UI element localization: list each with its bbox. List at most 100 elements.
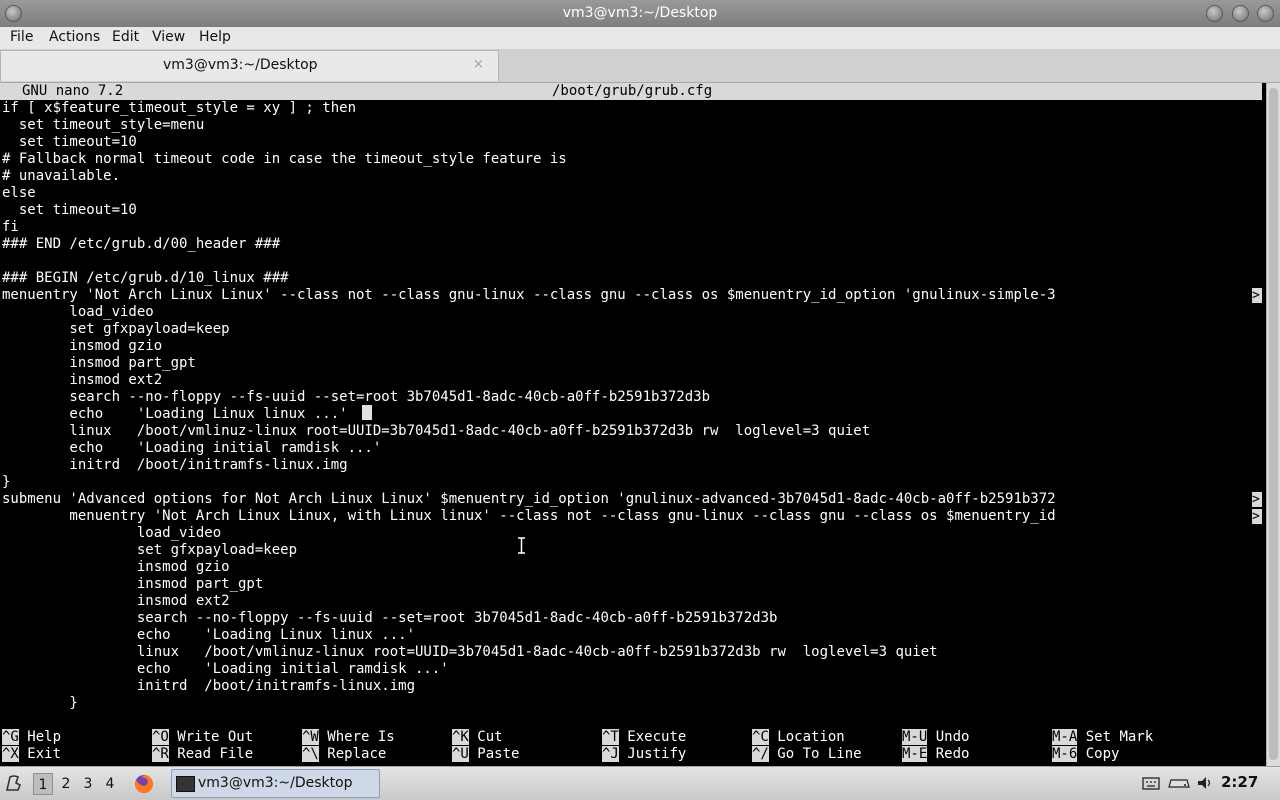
shortcut-read-file[interactable]: ^R Read File bbox=[152, 746, 253, 763]
task-label: vm3@vm3:~/Desktop bbox=[198, 775, 353, 791]
tab-label: vm3@vm3:~/Desktop bbox=[163, 57, 318, 73]
tab-terminal[interactable]: vm3@vm3:~/Desktop × bbox=[0, 50, 499, 81]
shortcut-label: Execute bbox=[627, 729, 687, 745]
editor-line[interactable]: ### END /etc/grub.d/00_header ### bbox=[2, 236, 280, 253]
shortcut-copy[interactable]: M-6 Copy bbox=[1052, 746, 1119, 763]
shortcut-help[interactable]: ^G Help bbox=[2, 729, 61, 746]
editor-line[interactable]: menuentry 'Not Arch Linux Linux, with Li… bbox=[2, 508, 1055, 525]
editor-line[interactable]: search --no-floppy --fs-uuid --set=root … bbox=[2, 610, 778, 627]
editor-line[interactable]: echo 'Loading Linux linux ...' bbox=[2, 406, 347, 423]
editor-line[interactable]: set timeout=10 bbox=[2, 202, 137, 219]
shortcut-key: ^\ bbox=[302, 746, 319, 762]
terminal-view[interactable]: GNU nano 7.2 /boot/grub/grub.cfg if [ x$… bbox=[0, 83, 1266, 766]
terminal-scrollbar[interactable] bbox=[1266, 83, 1280, 766]
editor-line[interactable]: set timeout=10 bbox=[2, 134, 137, 151]
shortcut-location[interactable]: ^C Location bbox=[752, 729, 845, 746]
editor-line[interactable]: load_video bbox=[2, 525, 221, 542]
shortcut-key: ^G bbox=[2, 729, 19, 745]
shortcut-label: Cut bbox=[477, 729, 503, 745]
shortcut-go-to-line[interactable]: ^/ Go To Line bbox=[752, 746, 862, 763]
editor-line[interactable]: insmod gzio bbox=[2, 559, 230, 576]
tab-close-icon[interactable]: × bbox=[473, 57, 484, 72]
editor-line[interactable]: linux /boot/vmlinuz-linux root=UUID=3b70… bbox=[2, 644, 938, 661]
editor-line[interactable]: ### BEGIN /etc/grub.d/10_linux ### bbox=[2, 270, 289, 287]
shortcut-label: Read File bbox=[177, 746, 254, 762]
menu-file[interactable]: File bbox=[10, 29, 33, 45]
menu-edit[interactable]: Edit bbox=[112, 29, 139, 45]
editor-line[interactable]: set timeout_style=menu bbox=[2, 117, 204, 134]
editor-line[interactable]: else bbox=[2, 185, 36, 202]
drive-icon[interactable] bbox=[1168, 775, 1190, 791]
window-titlebar[interactable]: vm3@vm3:~/Desktop bbox=[0, 0, 1280, 27]
shortcut-replace[interactable]: ^\ Replace bbox=[302, 746, 386, 763]
editor-line[interactable]: } bbox=[2, 695, 77, 712]
clock[interactable]: 2:27 bbox=[1221, 773, 1258, 791]
shortcut-label: Copy bbox=[1085, 746, 1120, 762]
shortcut-write-out[interactable]: ^O Write Out bbox=[152, 729, 253, 746]
menu-actions[interactable]: Actions bbox=[49, 29, 100, 45]
taskbar-terminal-button[interactable]: vm3@vm3:~/Desktop bbox=[171, 769, 380, 798]
workspace-2-button[interactable]: 2 bbox=[56, 773, 76, 795]
editor-line[interactable]: echo 'Loading Linux linux ...' bbox=[2, 627, 415, 644]
editor-line[interactable]: fi bbox=[2, 219, 19, 236]
editor-line[interactable]: initrd /boot/initramfs-linux.img bbox=[2, 678, 415, 695]
editor-line[interactable]: insmod part_gpt bbox=[2, 355, 195, 372]
workspace-3-button[interactable]: 3 bbox=[78, 773, 98, 795]
workspace-1-button[interactable]: 1 bbox=[33, 773, 53, 795]
shortcut-set-mark[interactable]: M-A Set Mark bbox=[1052, 729, 1153, 746]
shortcut-key: ^K bbox=[452, 729, 469, 745]
shortcut-key: ^O bbox=[152, 729, 169, 745]
firefox-launcher-icon[interactable] bbox=[133, 773, 155, 795]
taskbar: 1 2 3 4 vm3@vm3:~/Desktop 2:27 bbox=[0, 766, 1280, 800]
editor-line[interactable]: insmod gzio bbox=[2, 338, 162, 355]
shortcut-label: Undo bbox=[935, 729, 970, 745]
nano-filename: /boot/grub/grub.cfg bbox=[552, 83, 713, 99]
editor-line[interactable]: set gfxpayload=keep bbox=[2, 542, 297, 559]
start-menu-icon[interactable] bbox=[4, 773, 24, 793]
editor-line[interactable]: insmod ext2 bbox=[2, 593, 230, 610]
keyboard-layout-icon[interactable] bbox=[1142, 775, 1160, 791]
shortcut-key: M-A bbox=[1052, 729, 1078, 745]
shortcut-justify[interactable]: ^J Justify bbox=[602, 746, 686, 763]
editor-line[interactable]: load_video bbox=[2, 304, 153, 321]
shortcut-label: Help bbox=[27, 729, 62, 745]
editor-line[interactable]: initrd /boot/initramfs-linux.img bbox=[2, 457, 347, 474]
text-cursor bbox=[362, 405, 372, 420]
maximize-button[interactable] bbox=[1232, 5, 1249, 22]
editor-line[interactable]: insmod part_gpt bbox=[2, 576, 263, 593]
shortcut-label: Set Mark bbox=[1085, 729, 1154, 745]
editor-line[interactable]: echo 'Loading initial ramdisk ...' bbox=[2, 661, 449, 678]
shortcut-exit[interactable]: ^X Exit bbox=[2, 746, 61, 763]
editor-line[interactable]: submenu 'Advanced options for Not Arch L… bbox=[2, 491, 1056, 508]
editor-line[interactable]: set gfxpayload=keep bbox=[2, 321, 229, 338]
shortcut-key: M-U bbox=[902, 729, 928, 745]
shortcut-label: Location bbox=[777, 729, 845, 745]
editor-line[interactable]: if [ x$feature_timeout_style = xy ] ; th… bbox=[2, 100, 356, 117]
shortcut-key: ^T bbox=[602, 729, 619, 745]
editor-line[interactable]: menuentry 'Not Arch Linux Linux' --class… bbox=[2, 287, 1056, 304]
shortcut-label: Where Is bbox=[327, 729, 395, 745]
shortcut-redo[interactable]: M-E Redo bbox=[902, 746, 969, 763]
menu-help[interactable]: Help bbox=[199, 29, 231, 45]
window-title: vm3@vm3:~/Desktop bbox=[562, 5, 718, 21]
shortcut-undo[interactable]: M-U Undo bbox=[902, 729, 969, 746]
workspace-4-button[interactable]: 4 bbox=[100, 773, 120, 795]
scrollbar-thumb[interactable] bbox=[1269, 88, 1278, 760]
shortcut-label: Paste bbox=[477, 746, 520, 762]
shortcut-paste[interactable]: ^U Paste bbox=[452, 746, 519, 763]
editor-line[interactable]: linux /boot/vmlinuz-linux root=UUID=3b70… bbox=[2, 423, 870, 440]
shortcut-cut[interactable]: ^K Cut bbox=[452, 729, 503, 746]
editor-line[interactable]: search --no-floppy --fs-uuid --set=root … bbox=[2, 389, 710, 406]
editor-line[interactable]: } bbox=[2, 474, 10, 491]
editor-line[interactable]: insmod ext2 bbox=[2, 372, 162, 389]
minimize-button[interactable] bbox=[1206, 5, 1223, 22]
editor-line[interactable]: echo 'Loading initial ramdisk ...' bbox=[2, 440, 381, 457]
shortcut-execute[interactable]: ^T Execute bbox=[602, 729, 686, 746]
shortcut-where-is[interactable]: ^W Where Is bbox=[302, 729, 395, 746]
editor-line[interactable]: # Fallback normal timeout code in case t… bbox=[2, 151, 567, 168]
editor-line[interactable]: # unavailable. bbox=[2, 168, 120, 185]
volume-icon[interactable] bbox=[1196, 775, 1214, 791]
menu-view[interactable]: View bbox=[152, 29, 185, 45]
close-window-button[interactable] bbox=[1257, 5, 1274, 22]
shortcut-key: ^R bbox=[152, 746, 169, 762]
